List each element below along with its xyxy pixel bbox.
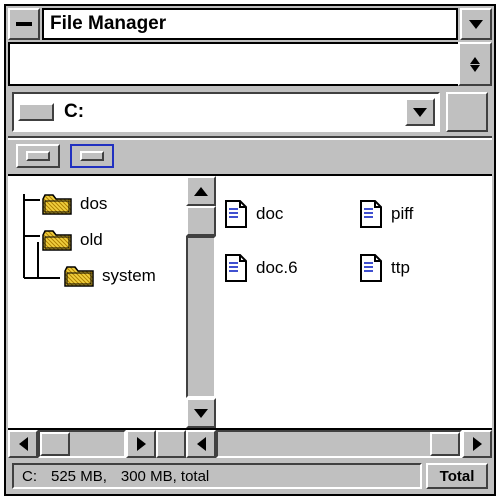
status-info: C: 525 MB, 300 MB, total [12, 463, 422, 489]
status-free: 300 MB, total [121, 468, 209, 485]
file-name: piff [391, 204, 413, 224]
rect-icon [26, 151, 50, 161]
scroll-left-button[interactable] [8, 430, 38, 458]
drive-dropdown-button[interactable] [405, 98, 435, 126]
rect-icon [80, 151, 104, 161]
view-mode-1-button[interactable] [16, 144, 60, 168]
file-item[interactable]: piff [359, 190, 484, 238]
scroll-track[interactable] [186, 236, 216, 398]
scroll-thumb[interactable] [186, 206, 216, 236]
scroll-thumb[interactable] [430, 432, 460, 456]
folder-tree[interactable]: dos old system [8, 176, 186, 428]
scroll-track[interactable] [38, 430, 126, 458]
folder-icon [64, 265, 94, 287]
scroll-left-button[interactable] [186, 430, 216, 458]
drive-icon [18, 103, 54, 121]
arrow-up-icon [470, 57, 480, 64]
file-name: ttp [391, 258, 410, 278]
tree-item-label: dos [80, 194, 107, 214]
file-item[interactable]: doc.6 [224, 244, 349, 292]
file-item[interactable]: doc [224, 190, 349, 238]
drive-row: C: [8, 92, 492, 132]
system-menu-button[interactable] [8, 8, 40, 40]
window-title: File Manager [42, 8, 458, 40]
file-icon [359, 199, 383, 229]
arrow-down-icon [194, 409, 208, 418]
scroll-up-button[interactable] [186, 176, 216, 206]
files-pane: doc piff doc.6 ttp [216, 176, 492, 428]
file-icon [359, 253, 383, 283]
status-drive: C: [22, 468, 37, 485]
scroll-right-button[interactable] [126, 430, 156, 458]
scroll-track[interactable] [216, 430, 462, 458]
window: File Manager C: [4, 4, 496, 496]
view-mode-2-button[interactable] [70, 144, 114, 168]
file-icon [224, 253, 248, 283]
file-item[interactable]: ttp [359, 244, 484, 292]
view-toolbar [8, 136, 492, 174]
tree-item-label: system [102, 266, 156, 286]
titlebar: File Manager [8, 8, 492, 40]
scroll-right-button[interactable] [462, 430, 492, 458]
scroll-thumb[interactable] [40, 432, 70, 456]
scroll-down-button[interactable] [186, 398, 216, 428]
arrow-down-icon [413, 108, 427, 117]
arrow-right-icon [137, 437, 146, 451]
tree-item-label: old [80, 230, 103, 250]
arrow-up-icon [194, 187, 208, 196]
tree-scrollbar[interactable] [186, 176, 216, 428]
drive-aux-button[interactable] [446, 92, 488, 132]
arrow-left-icon [19, 437, 28, 451]
status-bar: C: 525 MB, 300 MB, total Total [8, 460, 492, 492]
arrow-left-icon [197, 437, 206, 451]
menu-bar [8, 42, 492, 86]
tree-pane: dos old system [8, 176, 186, 428]
horizontal-scrollbars [8, 428, 492, 458]
total-button[interactable]: Total [426, 463, 488, 489]
arrow-right-icon [473, 437, 482, 451]
arrow-down-icon [469, 20, 483, 29]
maximize-spinner-button[interactable] [458, 42, 492, 86]
folder-icon [42, 193, 72, 215]
drive-label: C: [64, 101, 84, 123]
tree-item[interactable]: system [64, 258, 180, 294]
pane-resizer[interactable] [156, 430, 186, 458]
file-list[interactable]: doc piff doc.6 ttp [216, 176, 492, 428]
drive-selector[interactable]: C: [12, 92, 440, 132]
file-name: doc [256, 204, 283, 224]
file-icon [224, 199, 248, 229]
arrow-down-icon [470, 65, 480, 72]
folder-icon [42, 229, 72, 251]
main-area: dos old system doc [8, 174, 492, 428]
minimize-button[interactable] [460, 8, 492, 40]
file-name: doc.6 [256, 258, 298, 278]
dash-icon [16, 22, 32, 26]
status-size: 525 MB, [51, 468, 107, 485]
